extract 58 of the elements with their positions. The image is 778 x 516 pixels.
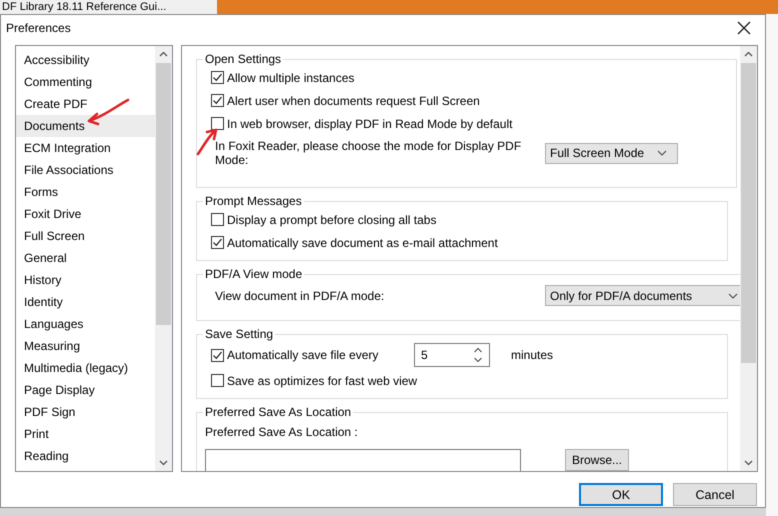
window-title: Preferences [6, 21, 71, 35]
category-item[interactable]: Identity [16, 291, 155, 313]
setting-label: Preferred Save As Location : [205, 425, 358, 439]
group-title: Save Setting [204, 327, 274, 341]
category-item[interactable]: Accessibility [16, 49, 155, 71]
dropdown[interactable]: Only for PDF/A documents [545, 285, 740, 306]
browse-button[interactable]: Browse... [565, 449, 630, 471]
chevron-down-icon [657, 150, 667, 156]
group-title: PDF/A View mode [204, 267, 304, 281]
checkbox-label[interactable]: In web browser, display PDF in Read Mode by default [227, 116, 512, 130]
checkbox[interactable] [211, 236, 224, 249]
setting-label: View document in PDF/A mode: [215, 288, 386, 302]
category-item[interactable]: Create PDF [16, 93, 155, 115]
category-item[interactable]: Print [16, 423, 155, 445]
category-item[interactable]: Forms [16, 181, 155, 203]
category-item[interactable]: ECM Integration [16, 137, 155, 159]
category-item[interactable]: PDF Sign [16, 401, 155, 423]
checkbox-label[interactable]: Display a prompt before closing all tabs [227, 212, 436, 226]
category-item[interactable]: Languages [16, 313, 155, 335]
checkbox[interactable] [211, 94, 224, 107]
checkbox[interactable] [211, 117, 224, 130]
group-title: Preferred Save As Location [204, 405, 352, 419]
location-field[interactable] [205, 449, 521, 471]
category-item[interactable]: File Associations [16, 159, 155, 181]
cancel-button[interactable]: Cancel [673, 483, 757, 506]
category-item[interactable]: Page Display [16, 379, 155, 401]
category-item[interactable]: Measuring [16, 335, 155, 357]
up-down-arrows-icon[interactable] [473, 346, 483, 364]
scrollbar-thumb[interactable] [156, 63, 171, 325]
checkbox-label[interactable]: Allow multiple instances [227, 70, 354, 84]
checkbox[interactable] [211, 213, 224, 226]
setting-label: In Foxit Reader, please choose the mode for Display PDF Mode: [215, 139, 522, 167]
checkbox-label[interactable]: Alert user when documents request Full Screen [227, 94, 480, 108]
category-item[interactable]: Commenting [16, 71, 155, 93]
close-icon[interactable] [737, 21, 751, 35]
checkbox[interactable] [211, 71, 224, 84]
group-title: Open Settings [204, 52, 282, 66]
ok-button[interactable]: OK [579, 483, 663, 506]
number-spinner[interactable]: 5 [414, 343, 490, 367]
checkbox-label[interactable]: Automatically save document as e-mail attachment [227, 236, 498, 250]
checkbox[interactable] [211, 348, 224, 362]
checkbox[interactable] [211, 374, 224, 387]
checkbox-label[interactable]: Save as optimizes for fast web view [227, 374, 418, 388]
dropdown[interactable]: Full Screen Mode [545, 142, 678, 164]
category-item[interactable]: Foxit Drive [16, 203, 155, 225]
category-item[interactable]: Reading [16, 445, 155, 467]
unit-label: minutes [511, 348, 554, 362]
background-window-title: DF Library 18.11 Reference Gui... [0, 0, 217, 14]
scrollbar-thumb[interactable] [741, 63, 756, 363]
category-item[interactable]: Full Screen [16, 225, 155, 247]
category-item[interactable]: History [16, 269, 155, 291]
category-item[interactable]: General [16, 247, 155, 269]
annotation-arrow [196, 127, 218, 157]
category-item[interactable]: Multimedia (legacy) [16, 357, 155, 379]
group-title: Prompt Messages [204, 194, 303, 208]
category-item[interactable]: Documents [16, 115, 155, 137]
chevron-down-icon [728, 292, 738, 298]
checkbox-label[interactable]: Automatically save file every [227, 348, 407, 362]
